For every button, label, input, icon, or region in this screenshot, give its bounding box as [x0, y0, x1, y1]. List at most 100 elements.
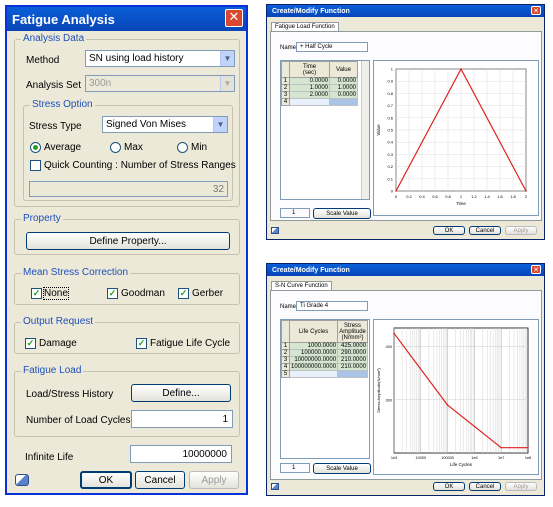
data-grid[interactable]: Life Cycles Stress Amplitude (N/mm²) 1 100…: [280, 319, 370, 459]
goodman-label: Goodman: [121, 288, 165, 299]
title-bar: Create/Modify Function ✕: [267, 264, 544, 276]
fatigue-life-cycle-checkbox[interactable]: ✓: [136, 338, 147, 349]
col-header-stress: Stress Amplitude (N/mm²): [337, 320, 369, 343]
data-grid[interactable]: Time (sec) Value 1 0.0000 0.0000 2 1.0000 1.0…: [280, 60, 370, 200]
x-axis-label: Life Cycles: [450, 462, 473, 467]
damage-checkbox[interactable]: ✓: [25, 338, 36, 349]
table-row[interactable]: 2 100000.0000 290.0000: [281, 349, 369, 357]
apply-button[interactable]: Apply: [189, 471, 239, 489]
fatigue-life-cycle-label: Fatigue Life Cycle: [150, 338, 231, 349]
x-tick-label: 1e7: [498, 456, 504, 460]
group-label: Mean Stress Correction: [21, 267, 131, 278]
y-tick-label: 300: [386, 398, 392, 402]
cancel-button[interactable]: Cancel: [469, 226, 501, 235]
min-radio[interactable]: [177, 142, 188, 153]
ok-button[interactable]: OK: [433, 226, 465, 235]
data-point: [393, 332, 395, 335]
data-series-line: [393, 332, 528, 449]
x-tick-label: 0: [395, 194, 398, 199]
gerber-label: Gerber: [192, 288, 224, 299]
x-tick-label: 0.6: [432, 194, 438, 199]
x-tick-label: 2: [525, 194, 528, 199]
method-select[interactable]: SN using load history ▼: [85, 50, 235, 67]
table-row[interactable]: 1 1000.0000 425.0000: [281, 342, 369, 350]
none-label: None: [43, 287, 69, 300]
close-icon[interactable]: ✕: [531, 265, 541, 274]
infinite-life-input[interactable]: 10000000: [130, 445, 232, 463]
fatigue-load-group: Fatigue Load Load/Stress History Define.…: [14, 365, 240, 437]
table-row[interactable]: 5: [281, 370, 369, 378]
scale-value-button[interactable]: Scale Value: [313, 208, 371, 219]
damage-label: Damage: [39, 338, 77, 349]
analysis-set-select[interactable]: 300n ▼: [85, 75, 235, 92]
tab-fatigue-load-function[interactable]: Fatigue Load Function: [271, 22, 339, 31]
name-input[interactable]: Ti Grade 4: [296, 301, 368, 311]
quick-counting-checkbox[interactable]: [30, 160, 41, 171]
average-label: Average: [44, 142, 82, 153]
define-property-button[interactable]: Define Property...: [26, 232, 230, 250]
eraser-icon[interactable]: [271, 227, 279, 234]
define-history-button[interactable]: Define...: [131, 384, 231, 402]
name-input[interactable]: + Half Cycle: [296, 42, 368, 52]
method-label: Method: [26, 55, 60, 66]
stress-type-label: Stress Type: [29, 121, 82, 132]
stress-option-group: Stress Option Stress Type Signed Von Mis…: [23, 99, 236, 201]
scrollbar[interactable]: [361, 61, 369, 199]
cancel-button[interactable]: Cancel: [135, 471, 185, 489]
table-row[interactable]: 1 0.0000 0.0000: [281, 77, 358, 85]
table-row[interactable]: 2 1.0000 1.0000: [281, 84, 358, 92]
infinite-life-label: Infinite Life: [25, 452, 74, 463]
apply-button[interactable]: Apply: [505, 482, 537, 491]
gerber-checkbox[interactable]: ✓: [178, 288, 189, 299]
tab-sn-curve-function[interactable]: S-N Curve Function: [271, 281, 332, 290]
y-tick-label: 0.6: [387, 115, 393, 120]
property-group: Property Define Property...: [14, 213, 240, 255]
quick-counting-label: Quick Counting : Number of Stress Ranges: [44, 160, 236, 171]
cancel-button[interactable]: Cancel: [469, 482, 501, 491]
y-tick-label: 400: [386, 345, 392, 349]
analysis-set-label: Analysis Set: [26, 80, 82, 91]
chevron-down-icon: ▼: [220, 51, 234, 66]
sn-chart-svg: 1e3 10000 100000 1e6 1e7 1e8 400 300 Life Cycles…: [376, 327, 531, 467]
apply-button[interactable]: Apply: [505, 226, 537, 235]
table-row[interactable]: 4 100000000.0000 210.0000: [281, 363, 369, 371]
table-row[interactable]: 3 10000000.0000 210.0000: [281, 356, 369, 364]
x-tick-label: 0.2: [406, 194, 412, 199]
group-label: Fatigue Load: [21, 365, 84, 376]
x-tick-label: 1e8: [525, 456, 531, 460]
ok-button[interactable]: OK: [433, 482, 465, 491]
group-label: Analysis Data: [21, 33, 87, 44]
none-checkbox[interactable]: ✓: [31, 288, 42, 299]
table-row[interactable]: 3 2.0000 0.0000: [281, 91, 358, 99]
stress-type-select[interactable]: Signed Von Mises ▼: [102, 116, 228, 133]
col-header-life-cycles: Life Cycles: [288, 320, 339, 343]
goodman-checkbox[interactable]: ✓: [107, 288, 118, 299]
y-tick-label: 0.2: [387, 164, 393, 169]
ok-button[interactable]: OK: [80, 471, 132, 489]
stress-ranges-input[interactable]: 32: [29, 181, 228, 197]
max-label: Max: [124, 142, 143, 153]
average-radio[interactable]: [30, 142, 41, 153]
x-tick-label: 100000: [441, 456, 454, 460]
scale-input[interactable]: [280, 463, 310, 473]
max-radio[interactable]: [110, 142, 121, 153]
eraser-icon[interactable]: [271, 483, 279, 490]
close-icon[interactable]: ✕: [225, 9, 243, 27]
mean-stress-group: Mean Stress Correction ✓ None ✓ Goodman …: [14, 267, 240, 305]
name-label: Name: [280, 45, 297, 51]
y-tick-label: 0.7: [387, 103, 393, 108]
chevron-down-icon: ▼: [220, 76, 234, 91]
load-history-label: Load/Stress History: [26, 389, 114, 400]
y-tick-label: 1: [391, 67, 394, 72]
eraser-icon[interactable]: [15, 474, 29, 486]
scale-input[interactable]: [280, 208, 310, 218]
chart-1: 0 0.2 0.4 0.6 0.8 1 1.2 1.4 1.6 1.8 2 0 0.1 0.2 0.3 0.4…: [373, 60, 539, 216]
col-header-time: Time (sec): [289, 61, 330, 78]
load-chart-svg: 0 0.2 0.4 0.6 0.8 1 1.2 1.4 1.6 1.8 2 0 0.1 0.2 0.3 0.4…: [376, 67, 528, 207]
close-icon[interactable]: ✕: [531, 6, 541, 15]
scale-value-button[interactable]: Scale Value: [313, 463, 371, 474]
load-cycles-input[interactable]: 1: [131, 410, 233, 428]
x-tick-label: 10000: [416, 456, 427, 460]
name-label: Name: [280, 304, 297, 310]
table-row[interactable]: 4: [281, 98, 358, 106]
